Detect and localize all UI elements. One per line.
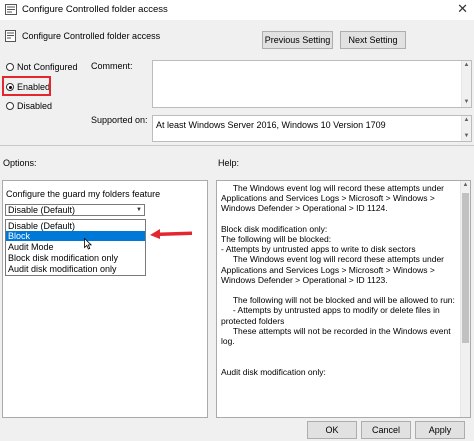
policy-setting-icon bbox=[5, 30, 16, 42]
scroll-up-icon[interactable]: ▲ bbox=[462, 116, 471, 125]
comment-field[interactable]: ▲ ▼ bbox=[152, 60, 472, 108]
cancel-button[interactable]: Cancel bbox=[361, 421, 411, 439]
option-block-disk-modification[interactable]: Block disk modification only bbox=[6, 253, 145, 263]
section-divider bbox=[0, 145, 474, 146]
dropdown-value: Disable (Default) bbox=[8, 205, 76, 215]
radio-unchecked-icon bbox=[6, 63, 14, 71]
option-disable-default[interactable]: Disable (Default) bbox=[6, 221, 145, 231]
feature-label: Configure the guard my folders feature bbox=[6, 189, 161, 199]
scroll-down-icon[interactable]: ▼ bbox=[462, 98, 471, 107]
enabled-highlight-box bbox=[2, 76, 51, 96]
option-block[interactable]: Block bbox=[6, 231, 145, 241]
help-text: The Windows event log will record these … bbox=[221, 183, 455, 377]
red-arrow-icon bbox=[150, 229, 192, 239]
supported-scrollbar[interactable]: ▲ ▼ bbox=[461, 116, 471, 141]
close-button[interactable]: ✕ bbox=[457, 2, 468, 16]
options-label: Options: bbox=[3, 158, 37, 168]
ok-button[interactable]: OK bbox=[307, 421, 357, 439]
policy-window-icon bbox=[5, 4, 17, 15]
comment-label: Comment: bbox=[91, 61, 133, 71]
policy-title: Configure Controlled folder access bbox=[22, 31, 161, 41]
chevron-down-icon[interactable]: ▼ bbox=[136, 205, 142, 215]
guard-mode-dropdown[interactable]: Disable (Default) ▼ bbox=[5, 204, 145, 216]
next-setting-button[interactable]: Next Setting bbox=[340, 31, 406, 49]
supported-on-value: At least Windows Server 2016, Windows 10… bbox=[156, 120, 386, 130]
help-scrollbar[interactable]: ▲ bbox=[460, 181, 470, 417]
not-configured-label: Not Configured bbox=[17, 62, 78, 72]
not-configured-radio[interactable]: Not Configured bbox=[6, 62, 78, 72]
option-audit-mode[interactable]: Audit Mode bbox=[6, 242, 145, 252]
scroll-up-icon[interactable]: ▲ bbox=[462, 61, 471, 70]
help-panel: The Windows event log will record these … bbox=[216, 180, 471, 418]
dropdown-list: Disable (Default) Block Audit Mode Block… bbox=[5, 219, 146, 276]
previous-setting-button[interactable]: Previous Setting bbox=[262, 31, 333, 49]
scrollbar-thumb[interactable] bbox=[462, 193, 469, 343]
scroll-down-icon[interactable]: ▼ bbox=[462, 132, 471, 141]
supported-on-field: At least Windows Server 2016, Windows 10… bbox=[152, 115, 472, 142]
disabled-radio[interactable]: Disabled bbox=[6, 101, 52, 111]
disabled-label: Disabled bbox=[17, 101, 53, 111]
apply-button[interactable]: Apply bbox=[415, 421, 465, 439]
window-title: Configure Controlled folder access bbox=[22, 4, 168, 15]
help-label: Help: bbox=[218, 158, 240, 168]
supported-on-label: Supported on: bbox=[91, 115, 148, 125]
option-audit-disk-modification[interactable]: Audit disk modification only bbox=[6, 264, 145, 274]
scroll-up-icon[interactable]: ▲ bbox=[461, 181, 470, 190]
comment-scrollbar[interactable]: ▲ ▼ bbox=[461, 61, 471, 107]
radio-unchecked-icon bbox=[6, 102, 14, 110]
mouse-cursor-icon bbox=[84, 238, 92, 250]
